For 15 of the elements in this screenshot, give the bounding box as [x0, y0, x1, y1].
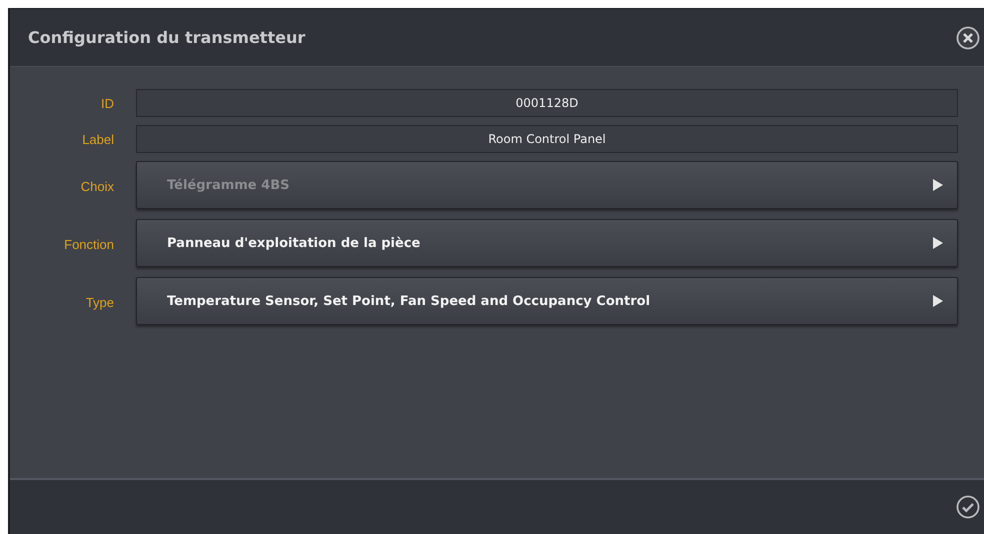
confirm-icon[interactable]: [956, 495, 980, 519]
field-label: ID: [100, 96, 115, 110]
select-field[interactable]: Temperature Sensor, Set Point, Fan Speed and Occupancy Control: [136, 277, 958, 325]
window-title: Configuration du transmetteur: [28, 28, 306, 47]
field-label: Fonction: [63, 236, 115, 252]
field-label: Label: [81, 132, 115, 146]
play-icon: [933, 179, 943, 191]
field-label: Type: [84, 294, 115, 310]
field-label: Choix: [80, 178, 115, 194]
select-field[interactable]: Panneau d'exploitation de la pièce: [136, 219, 958, 267]
close-icon[interactable]: [956, 26, 980, 50]
play-icon: [933, 295, 943, 307]
input-field[interactable]: 0001128D: [136, 89, 958, 117]
input-field[interactable]: Room Control Panel: [136, 125, 958, 153]
play-icon: [933, 237, 943, 249]
